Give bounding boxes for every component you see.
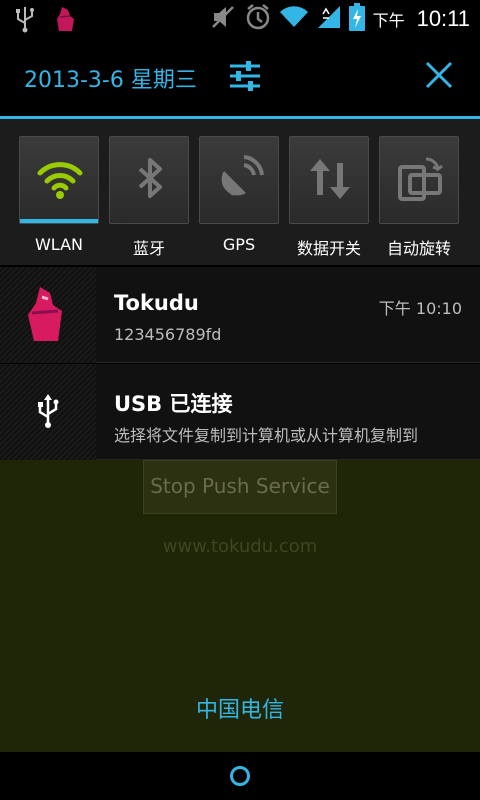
status-bar: 下午 10:11 (0, 0, 480, 38)
website-label: www.tokudu.com (162, 536, 318, 557)
toggle-bluetooth[interactable] (109, 136, 189, 224)
quick-settings: WLAN 蓝牙 GPS 数据开关 自动旋转 (0, 119, 480, 265)
status-bar-ampm: 下午 (372, 11, 405, 30)
notification-usb[interactable]: USB 已连接 选择将文件复制到计算机或从计算机复制到 (0, 364, 480, 460)
notification-text: 选择将文件复制到计算机或从计算机复制到 (114, 426, 419, 445)
bluetooth-icon (126, 155, 174, 203)
gps-icon (216, 155, 264, 203)
mobile-signal-icon (317, 4, 341, 34)
toggle-label-auto-rotate: 自动旋转 (386, 239, 451, 258)
tokudu-app-icon (54, 5, 78, 37)
toggle-label-wlan: WLAN (34, 235, 83, 254)
status-bar-time: 10:11 (416, 6, 470, 31)
rotate-icon (396, 155, 444, 203)
toggle-auto-rotate[interactable] (379, 136, 459, 224)
stop-push-service-button[interactable]: Stop Push Service (143, 460, 337, 514)
alarm-icon (245, 3, 271, 35)
notification-header: 2013-3-6 星期三 (0, 38, 480, 116)
toggle-label-mobile-data: 数据开关 (296, 239, 361, 258)
settings-sliders-icon[interactable] (228, 60, 262, 92)
toggle-wlan[interactable] (19, 136, 99, 224)
carrier-label: 中国电信 (195, 698, 284, 723)
toggle-gps[interactable] (199, 136, 279, 224)
date-label: 2013-3-6 星期三 (24, 68, 197, 93)
usb-icon (36, 394, 60, 434)
toggle-mobile-data[interactable] (289, 136, 369, 224)
notification-icon-box (0, 364, 96, 460)
notification-time: 下午 10:10 (378, 299, 462, 318)
wifi-icon (279, 5, 309, 33)
toggle-label-bluetooth: 蓝牙 (132, 239, 165, 258)
drag-handle[interactable] (0, 752, 480, 800)
handle-ring-icon (230, 766, 250, 786)
toggle-active-indicator (20, 219, 98, 223)
toggle-label-gps: GPS (222, 235, 256, 254)
tokudu-app-icon (22, 283, 74, 351)
notification-title: Tokudu (114, 291, 199, 315)
notification-title: USB 已连接 (114, 392, 233, 416)
battery-charging-icon (348, 3, 365, 35)
notification-icon-box (0, 267, 96, 363)
mute-icon (211, 3, 237, 35)
close-icon[interactable] (424, 60, 454, 90)
notification-tokudu[interactable]: Tokudu 123456789fd 下午 10:10 (0, 267, 480, 363)
wifi-icon (36, 155, 84, 203)
usb-icon (14, 5, 36, 37)
notification-text: 123456789fd (114, 325, 222, 344)
data-arrows-icon (306, 155, 354, 203)
